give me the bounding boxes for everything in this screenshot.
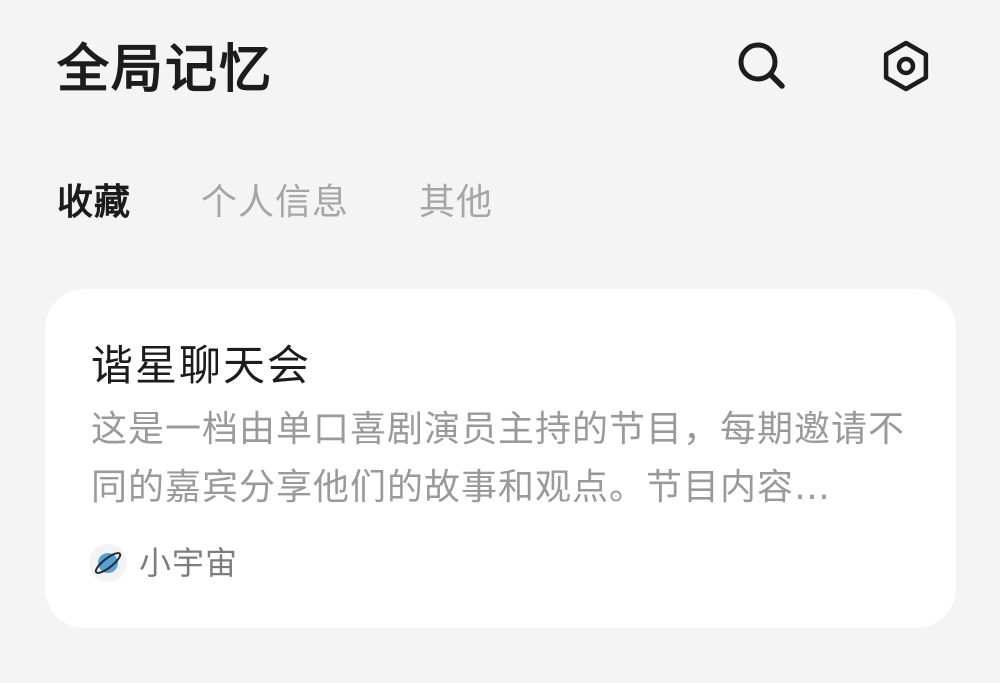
header: 全局记忆 — [0, 0, 1000, 140]
source-name: 小宇宙 — [139, 544, 239, 582]
card-description: 这是一档由单口喜剧演员主持的节目，每期邀请不同的嘉宾分享他们的故事和观点。节目内… — [91, 409, 906, 508]
search-icon — [738, 42, 785, 89]
tab-other[interactable]: 其他 — [419, 178, 493, 228]
source-avatar — [89, 544, 127, 582]
tab-favorites[interactable]: 收藏 — [57, 178, 131, 228]
settings-icon — [883, 40, 929, 92]
tab-bar: 收藏 个人信息 其他 — [57, 176, 563, 230]
settings-button[interactable] — [876, 36, 936, 96]
memory-card[interactable]: 谐星聊天会 这是一档由单口喜剧演员主持的节目，每期邀请不同的嘉宾分享他们的故事和… — [45, 289, 956, 628]
card-source: 小宇宙 — [89, 541, 238, 585]
search-button[interactable] — [732, 36, 792, 96]
planet-icon — [94, 552, 122, 574]
card-title: 谐星聊天会 — [91, 341, 312, 390]
tab-personal-info[interactable]: 个人信息 — [201, 178, 349, 228]
page-title: 全局记忆 — [57, 40, 274, 100]
